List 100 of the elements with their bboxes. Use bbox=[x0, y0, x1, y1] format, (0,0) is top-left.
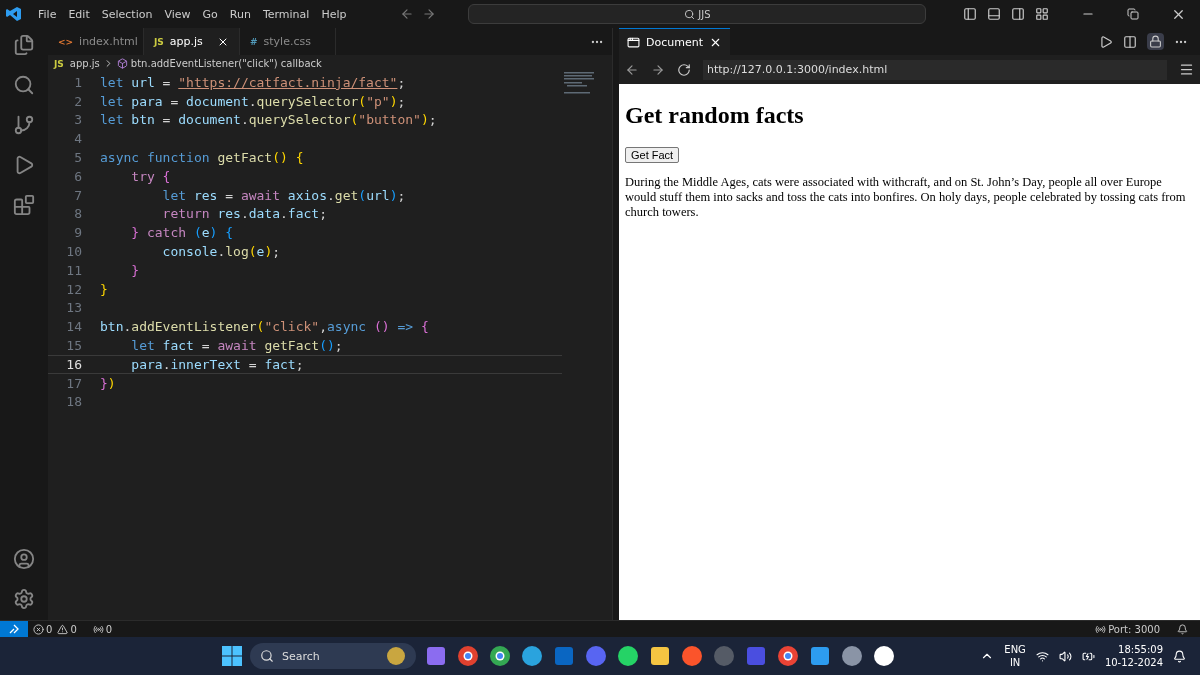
app-icon[interactable] bbox=[456, 644, 480, 668]
menu-item[interactable]: File bbox=[32, 7, 63, 21]
coin-icon bbox=[386, 646, 406, 666]
taskbar-search[interactable]: Search bbox=[250, 643, 416, 669]
code-line: async function getFact() { bbox=[100, 150, 304, 166]
restore-icon[interactable] bbox=[1127, 8, 1139, 20]
notifications-icon[interactable] bbox=[1173, 649, 1186, 663]
preview-tab[interactable]: Document bbox=[619, 28, 730, 55]
extensions-icon[interactable] bbox=[13, 194, 35, 216]
line-number: 5 bbox=[73, 150, 82, 166]
port-status[interactable]: Port: 3000 bbox=[1108, 623, 1160, 635]
line-number: 16 bbox=[65, 356, 82, 372]
remote-button[interactable] bbox=[0, 621, 28, 637]
code-line: let fact = await getFact(); bbox=[130, 338, 343, 354]
code-line: }) bbox=[100, 375, 116, 391]
get-fact-button[interactable]: Get Fact bbox=[625, 147, 680, 163]
split-icon[interactable] bbox=[1123, 34, 1137, 49]
line-number: 6 bbox=[73, 168, 82, 184]
remote-icon[interactable] bbox=[8, 623, 20, 635]
fact-paragraph: During the Middle Ages, cats were associated with withcraft, and on St. John’s Day, people all over Europe would stuff them into sacks and toss the cats into bonfires. On holy days, people celebrated by tossing cats from church towers. bbox=[625, 175, 1187, 220]
line-number: 9 bbox=[73, 225, 82, 241]
notifications-icon[interactable] bbox=[1177, 623, 1188, 635]
code-line: let btn = document.querySelector("button"); bbox=[100, 112, 437, 128]
antenna-icon[interactable] bbox=[92, 623, 104, 635]
language-indicator[interactable]: ENG bbox=[1004, 643, 1026, 656]
menu-item[interactable]: Go bbox=[196, 7, 224, 21]
start-icon[interactable] bbox=[222, 646, 242, 666]
forward-icon[interactable] bbox=[651, 62, 665, 77]
search-icon[interactable] bbox=[13, 74, 35, 96]
account-icon[interactable] bbox=[13, 548, 35, 570]
window-icon bbox=[627, 35, 640, 49]
tab-label: app.js bbox=[169, 35, 203, 48]
code-line: } bbox=[100, 281, 108, 297]
line-number: 12 bbox=[65, 281, 82, 297]
wifi-icon[interactable] bbox=[1035, 649, 1049, 663]
menu-item[interactable]: Edit bbox=[62, 7, 96, 21]
reload-icon[interactable] bbox=[677, 62, 691, 77]
code-line: let para = document.querySelector("p"); bbox=[100, 93, 406, 109]
code-line: para.innerText = fact; bbox=[130, 356, 304, 372]
source-control-icon[interactable] bbox=[13, 114, 35, 136]
search-icon bbox=[684, 8, 696, 20]
line-number: 2 bbox=[73, 93, 82, 109]
tab-label: Document bbox=[646, 35, 703, 49]
search-icon bbox=[260, 649, 274, 663]
sidebar-toggle-icon[interactable] bbox=[963, 7, 977, 21]
panel-toggle-icon[interactable] bbox=[987, 7, 1001, 21]
file-type-icon: JS bbox=[154, 36, 164, 47]
line-number: 10 bbox=[65, 244, 82, 260]
code-line: console.log(e); bbox=[161, 244, 281, 260]
forward-icon[interactable] bbox=[422, 7, 437, 21]
error-icon[interactable] bbox=[33, 623, 44, 635]
menu-icon[interactable] bbox=[1179, 62, 1194, 77]
line-number: 8 bbox=[73, 206, 82, 222]
command-center[interactable]: JJS bbox=[468, 4, 927, 24]
clock-date[interactable]: 10-12-2024 bbox=[1104, 656, 1163, 669]
menu-item[interactable]: Terminal bbox=[256, 7, 316, 21]
app-icon[interactable] bbox=[616, 644, 640, 668]
page-heading: Get random facts bbox=[625, 102, 805, 129]
line-number: 13 bbox=[65, 300, 82, 316]
breadcrumb-item[interactable]: btn.addEventListener("click") callback bbox=[130, 58, 322, 69]
line-number: 17 bbox=[65, 375, 82, 391]
app-icon[interactable] bbox=[648, 644, 672, 668]
region-indicator[interactable]: IN bbox=[1009, 656, 1021, 669]
run-icon[interactable] bbox=[1099, 34, 1113, 49]
code-line: } catch (e) { bbox=[130, 225, 234, 241]
menu-item[interactable]: View bbox=[158, 7, 197, 21]
lock-button[interactable] bbox=[1147, 33, 1164, 50]
antenna-icon[interactable] bbox=[1095, 623, 1107, 635]
search-label: Search bbox=[282, 649, 320, 663]
line-number: 7 bbox=[73, 187, 82, 203]
menu-item[interactable]: Run bbox=[223, 7, 257, 21]
layout-icon[interactable] bbox=[1035, 7, 1049, 21]
code-line: return res.data.fact; bbox=[161, 206, 327, 222]
menu-item[interactable]: Selection bbox=[95, 7, 159, 21]
settings-icon[interactable] bbox=[13, 588, 35, 610]
menu-item[interactable]: Help bbox=[315, 7, 353, 21]
secondary-sidebar-icon[interactable] bbox=[1011, 7, 1025, 21]
back-icon[interactable] bbox=[625, 62, 639, 77]
editor-tab[interactable]: JS app.js bbox=[144, 28, 240, 55]
explorer-icon[interactable] bbox=[13, 34, 35, 56]
app-icon[interactable] bbox=[872, 644, 896, 668]
url-field[interactable]: http://127.0.0.1:3000/index.html bbox=[703, 59, 1167, 80]
app-icon[interactable] bbox=[776, 644, 800, 668]
app-icon[interactable] bbox=[488, 644, 512, 668]
code-line: } bbox=[130, 262, 140, 278]
line-number: 14 bbox=[65, 319, 82, 335]
warning-icon[interactable] bbox=[57, 623, 69, 635]
line-number: 4 bbox=[73, 131, 82, 147]
ports-count[interactable]: 0 bbox=[105, 623, 113, 635]
breadcrumb-item[interactable]: app.js bbox=[69, 58, 100, 69]
line-number: 3 bbox=[73, 112, 82, 128]
error-count[interactable]: 0 bbox=[46, 623, 53, 635]
code-line: btn.addEventListener("click",async () => { bbox=[100, 319, 429, 335]
line-number: 15 bbox=[65, 338, 82, 354]
volume-icon[interactable] bbox=[1058, 649, 1072, 663]
file-type-icon: # bbox=[250, 36, 258, 47]
line-number: 11 bbox=[65, 262, 82, 278]
back-icon[interactable] bbox=[400, 7, 415, 21]
clock-time[interactable]: 18:55:09 bbox=[1118, 643, 1163, 656]
warning-count[interactable]: 0 bbox=[70, 623, 77, 635]
